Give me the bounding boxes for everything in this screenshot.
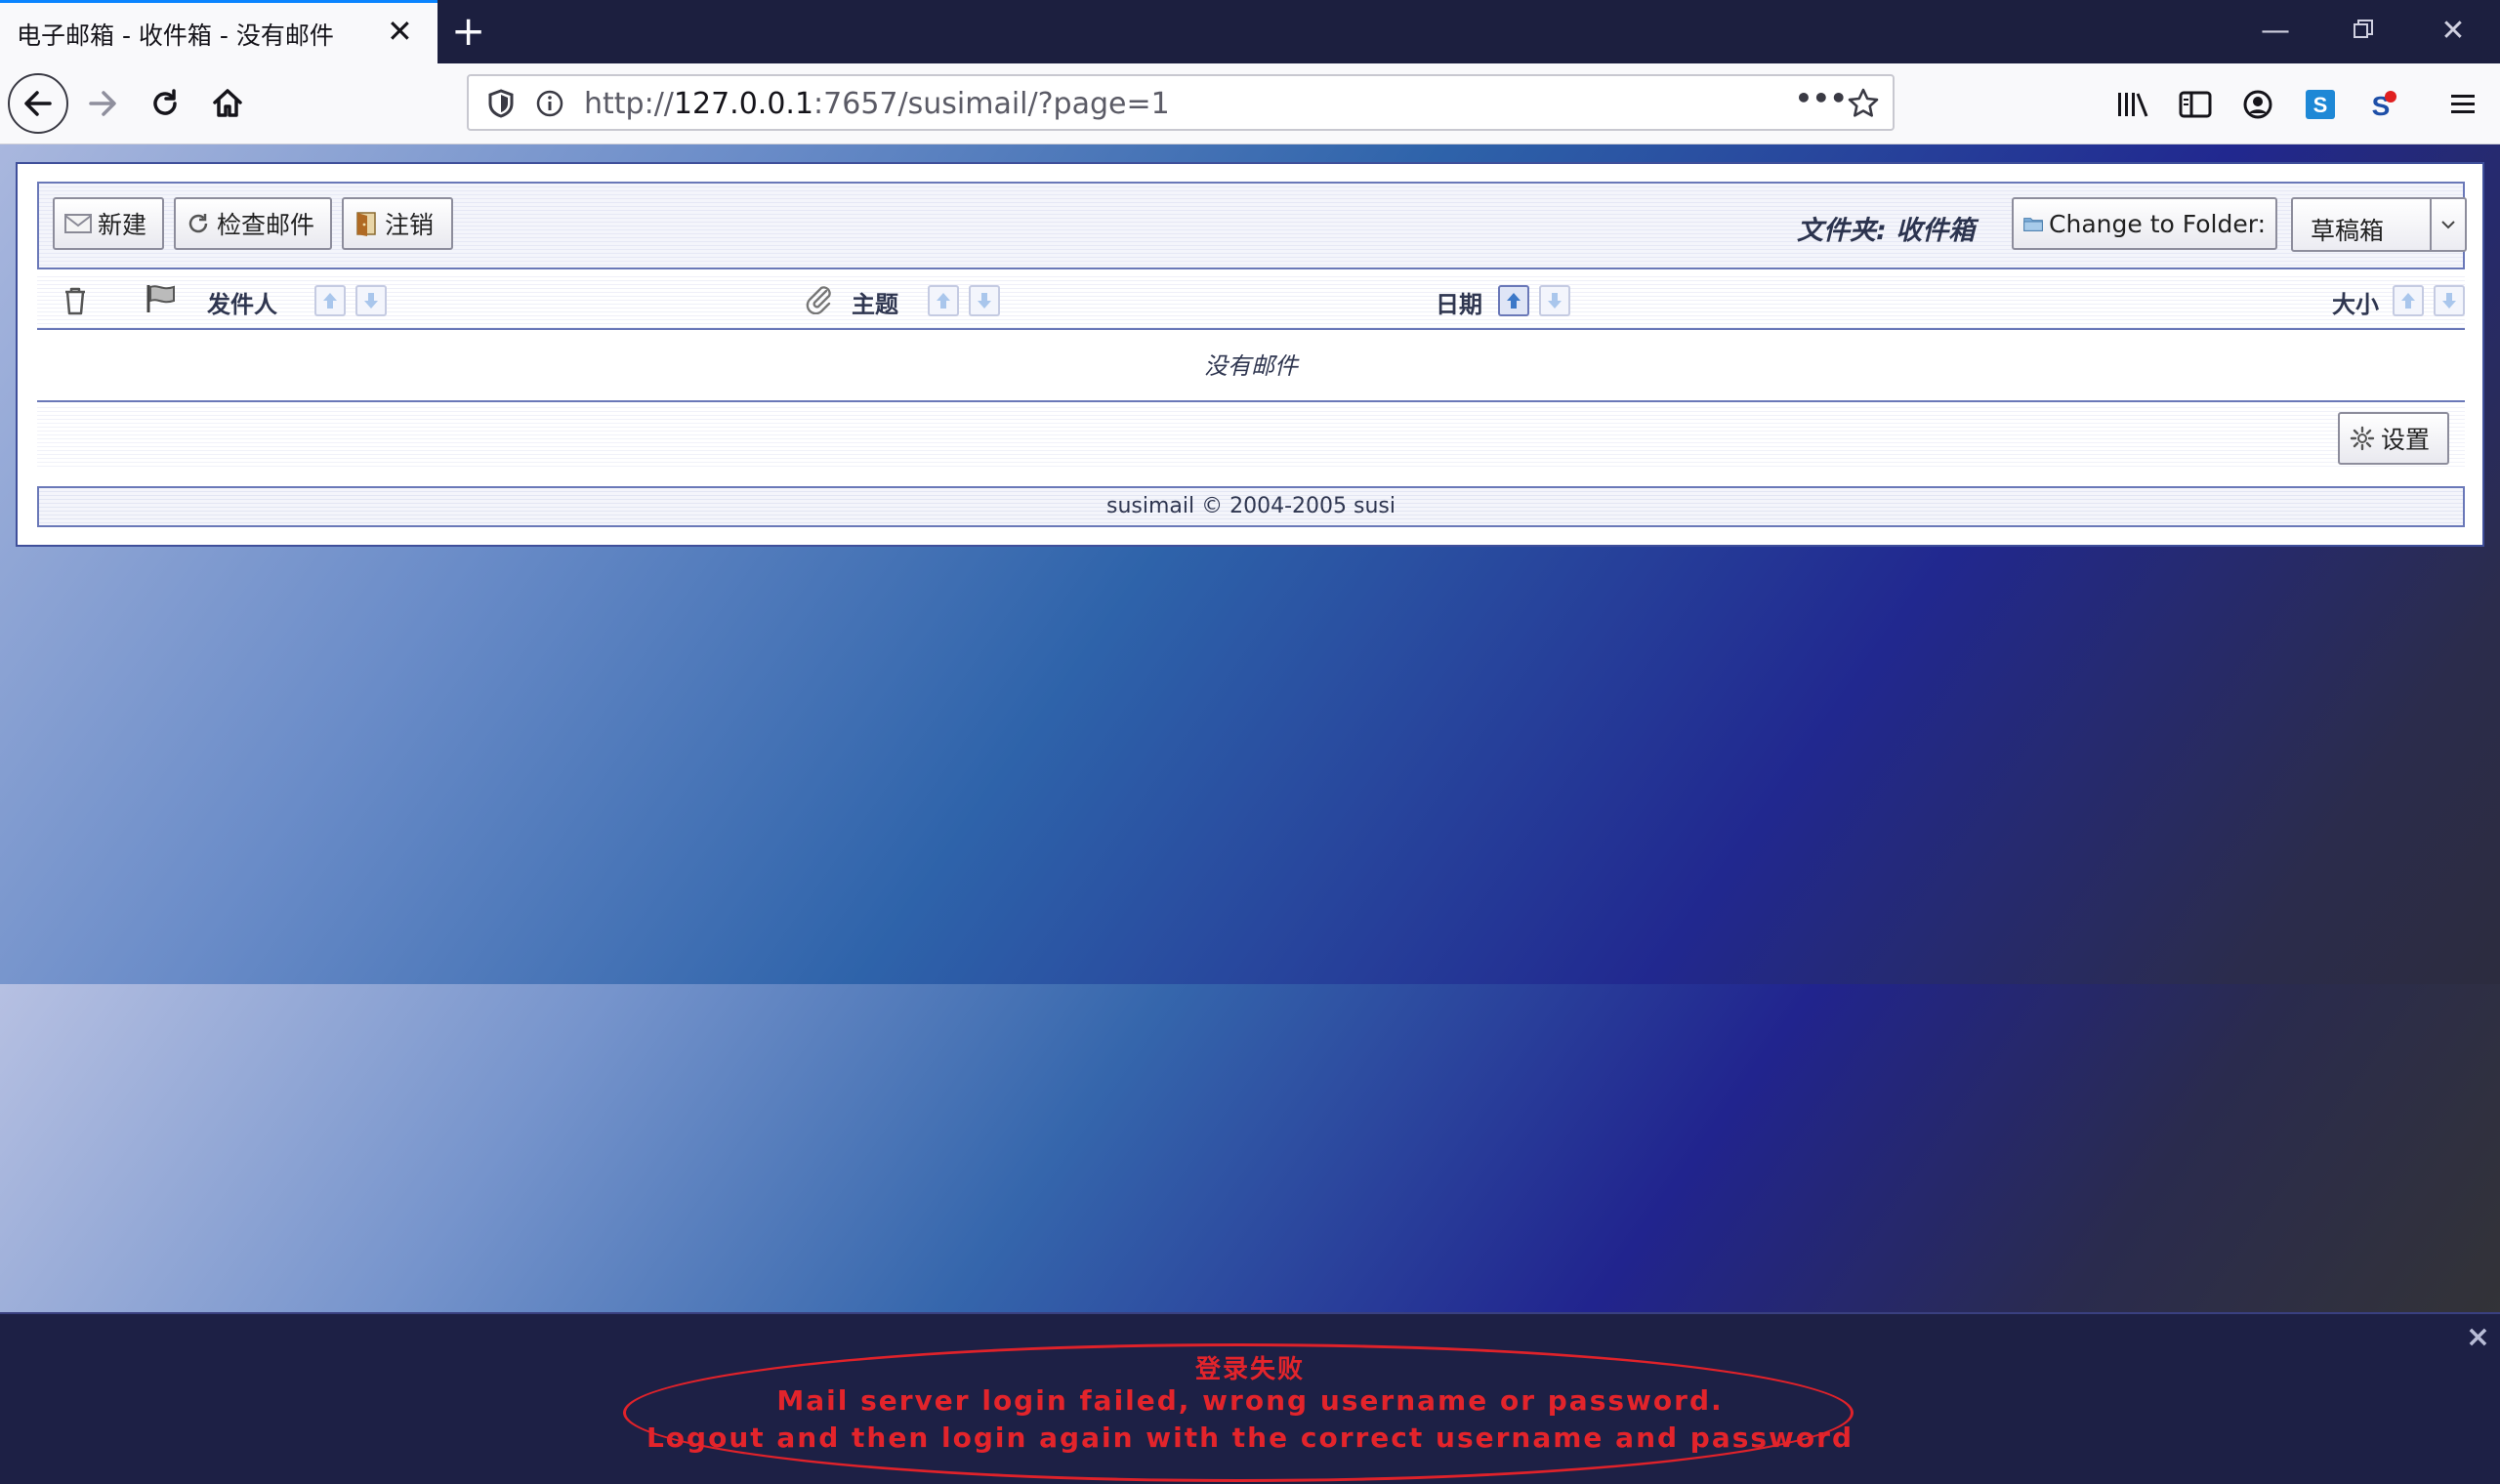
change-folder-button[interactable]: Change to Folder: [2012, 197, 2277, 250]
column-date[interactable]: 日期 [1436, 285, 1482, 319]
extension-s-red-icon[interactable]: S [2361, 83, 2404, 126]
error-line-2: Logout and then login again with the cor… [646, 1422, 1854, 1454]
sort-subject-desc-icon[interactable] [969, 285, 1000, 316]
forward-button[interactable] [72, 73, 133, 134]
tab-close-icon[interactable]: ✕ [387, 15, 413, 48]
back-arrow-icon [24, 91, 52, 116]
page-actions-icon[interactable]: ••• [1795, 82, 1848, 114]
mail-toolbar: 新建 检查邮件 注销 文件夹: 收件箱 Change to Folder: 草稿… [37, 182, 2467, 269]
trash-icon[interactable] [62, 285, 88, 316]
extension-s-icon[interactable]: S [2299, 83, 2342, 126]
sort-size-desc-icon[interactable] [2434, 285, 2465, 316]
folder-icon [2023, 218, 2043, 231]
tab-title: 电子邮箱 - 收件箱 - 没有邮件 [17, 21, 334, 50]
bookmark-star-icon[interactable] [1846, 86, 1881, 121]
logout-button[interactable]: 注销 [342, 197, 453, 250]
envelope-icon [64, 214, 92, 233]
account-icon[interactable] [2236, 83, 2279, 126]
sort-subject-asc-icon[interactable] [928, 285, 959, 316]
home-icon [213, 89, 242, 117]
sort-date-asc-icon[interactable] [1498, 285, 1529, 316]
column-subject[interactable]: 主题 [852, 285, 898, 319]
reload-button[interactable] [135, 73, 195, 134]
new-tab-icon[interactable]: + [451, 8, 485, 55]
sidebar-icon[interactable] [2174, 83, 2217, 126]
check-mail-label: 检查邮件 [217, 211, 315, 239]
reload-icon [153, 89, 177, 115]
sort-sender-desc-icon[interactable] [355, 285, 387, 316]
browser-titlebar: 电子邮箱 - 收件箱 - 没有邮件 ✕ + — ✕ [0, 0, 2500, 63]
url-text[interactable]: http://127.0.0.1:7657/susimail/?page=1 [584, 87, 1170, 121]
shield-icon[interactable] [486, 88, 516, 119]
new-mail-label: 新建 [98, 211, 147, 239]
check-mail-button[interactable]: 检查邮件 [174, 197, 332, 250]
sort-size-asc-icon[interactable] [2393, 285, 2424, 316]
settings-button[interactable]: 设置 [2338, 412, 2449, 465]
logout-label: 注销 [385, 211, 435, 239]
back-button[interactable] [8, 73, 68, 134]
menu-icon[interactable] [2441, 83, 2484, 126]
door-icon [356, 212, 376, 236]
error-title: 登录失败 [1194, 1355, 1305, 1384]
mail-panel: 新建 检查邮件 注销 文件夹: 收件箱 Change to Folder: 草稿… [16, 162, 2484, 547]
folder-select[interactable]: 草稿箱 [2291, 197, 2467, 252]
list-footer-area: 设置 [37, 404, 2465, 469]
minimize-icon[interactable]: — [2246, 10, 2305, 53]
column-sender[interactable]: 发件人 [207, 285, 277, 319]
empty-message: 没有邮件 [37, 332, 2465, 402]
column-size[interactable]: 大小 [2332, 285, 2379, 319]
attachment-icon[interactable] [803, 283, 834, 314]
current-folder-label: 文件夹: 收件箱 [1797, 216, 1976, 246]
library-icon[interactable] [2111, 83, 2154, 126]
copyright-footer: susimail © 2004-2005 susi [37, 486, 2465, 527]
url-bar[interactable]: http://127.0.0.1:7657/susimail/?page=1 •… [467, 74, 1895, 131]
forward-arrow-icon [89, 91, 116, 116]
new-mail-button[interactable]: 新建 [53, 197, 164, 250]
refresh-icon [188, 214, 208, 233]
sort-date-desc-icon[interactable] [1539, 285, 1570, 316]
browser-tab-active[interactable]: 电子邮箱 - 收件箱 - 没有邮件 ✕ [0, 0, 438, 63]
sort-sender-asc-icon[interactable] [314, 285, 346, 316]
change-folder-label: Change to Folder: [2049, 209, 2266, 238]
browser-navbar: http://127.0.0.1:7657/susimail/?page=1 •… [0, 63, 2500, 144]
folder-select-value: 草稿箱 [2311, 217, 2385, 245]
settings-label: 设置 [2381, 426, 2431, 454]
info-icon[interactable] [535, 89, 564, 118]
error-line-1: Mail server login failed, wrong username… [776, 1384, 1724, 1417]
close-window-icon[interactable]: ✕ [2424, 10, 2482, 53]
gear-icon [2350, 426, 2375, 451]
chevron-down-icon[interactable] [2430, 199, 2465, 250]
svg-text:S: S [2313, 93, 2328, 117]
message-list-header: 发件人 主题 日期 大小 [37, 273, 2465, 330]
flag-icon[interactable] [145, 283, 178, 314]
error-notification-bar: × 登录失败 Mail server login failed, wrong u… [0, 1312, 2500, 1484]
home-button[interactable] [197, 73, 258, 134]
restore-icon[interactable] [2334, 10, 2393, 53]
